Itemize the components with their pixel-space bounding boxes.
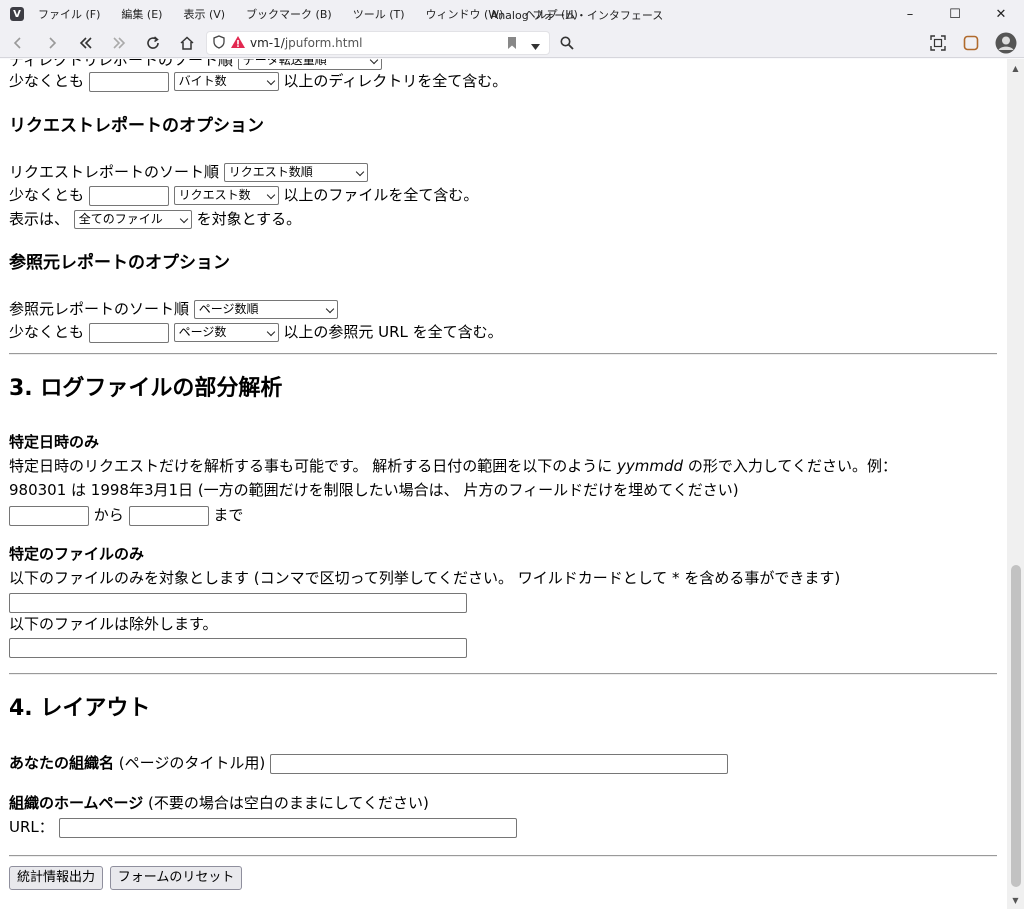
url-host: vm-1/ (250, 36, 285, 50)
navigation-toolbar: vm-1/jpuform.html (0, 28, 1024, 58)
request-sort-row: リクエストレポートのソート順 リクエスト数順 (9, 161, 368, 184)
fast-forward-icon[interactable] (106, 31, 132, 55)
org-url-row: URL： (9, 816, 517, 839)
date-description-line2: 980301 は 1998年3月1日 (一方の範囲だけを制限したい場合は、 片方… (9, 481, 739, 499)
rewind-icon[interactable] (73, 31, 99, 55)
dir-min-unit-select[interactable]: バイト数 (173, 72, 279, 91)
request-min-unit-select[interactable]: リクエスト数 (173, 186, 279, 205)
section-divider (9, 855, 997, 857)
referrer-min-unit-select[interactable]: ページ数 (173, 323, 279, 342)
file-only-heading: 特定のファイルのみ (9, 545, 145, 563)
menu-window[interactable]: ウィンドウ (W) (426, 6, 504, 22)
url-path: jpuform.html (284, 36, 363, 50)
org-name-row: あなたの組織名 (ページのタイトル用) (9, 752, 728, 775)
menu-edit[interactable]: 編集 (E) (121, 6, 162, 22)
file-exclude-input[interactable] (9, 637, 467, 658)
request-show-row: 表示は、 全てのファイル を対象とする。 (9, 208, 301, 231)
screenshot-icon[interactable] (925, 31, 951, 55)
date-to-label: まで (213, 506, 244, 524)
file-include-input[interactable] (9, 592, 467, 613)
dir-min-input[interactable] (88, 71, 169, 92)
request-min-suffix: 以上のファイルを全て含む。 (283, 186, 479, 204)
menu-help[interactable]: ヘルプ (H) (524, 6, 577, 22)
layout-heading: 4. レイアウト (9, 696, 151, 721)
request-min-row: 少なくとも リクエスト数 以上のファイルを全て含む。 (9, 184, 478, 207)
shield-icon[interactable] (213, 34, 225, 52)
forward-icon[interactable] (39, 31, 65, 55)
org-url-label: URL： (9, 818, 54, 836)
dir-min-row: 少なくとも バイト数 以上のディレクトリを全て含む。 (9, 70, 507, 93)
home-icon[interactable] (174, 31, 200, 55)
menu-file[interactable]: ファイル (F) (38, 6, 100, 22)
menu-bar: ファイル (F) 編集 (E) 表示 (V) ブックマーク (B) ツール (T… (38, 6, 599, 22)
insecure-warning-icon[interactable] (230, 35, 246, 52)
dir-sort-select[interactable]: データ転送量順 (237, 59, 382, 70)
request-min-input[interactable] (88, 185, 169, 206)
back-icon[interactable] (5, 31, 31, 55)
request-sort-label: リクエストレポートのソート順 (9, 163, 220, 181)
scroll-up-icon[interactable]: ▲ (1007, 61, 1024, 75)
org-name-label: あなたの組織名 (9, 754, 115, 772)
title-bar: V ファイル (F) 編集 (E) 表示 (V) ブックマーク (B) ツール … (0, 0, 1024, 28)
partial-analysis-heading: 3. ログファイルの部分解析 (9, 376, 283, 401)
menu-bookmarks[interactable]: ブックマーク (B) (246, 6, 332, 22)
referrer-sort-select[interactable]: ページ数順 (193, 300, 338, 319)
referrer-min-suffix: 以上の参照元 URL を全て含む。 (283, 323, 503, 341)
org-home-row: 組織のホームページ (不要の場合は空白のままにしてください) (9, 794, 429, 812)
address-bar[interactable]: vm-1/jpuform.html (206, 31, 550, 55)
file-exclude-description: 以下のファイルは除外します。 (9, 615, 218, 633)
dir-min-suffix: 以上のディレクトリを全て含む。 (283, 72, 508, 90)
referrer-report-heading: 参照元レポートのオプション (9, 253, 230, 273)
request-show-select[interactable]: 全てのファイル (73, 210, 192, 229)
maximize-button[interactable]: ☐ (932, 0, 978, 28)
date-to-input[interactable] (128, 505, 209, 526)
dir-min-prefix: 少なくとも (9, 72, 85, 90)
section-divider (9, 673, 997, 675)
submit-button[interactable]: 統計情報出力 (9, 866, 104, 890)
account-avatar-icon[interactable] (992, 31, 1020, 55)
dir-sort-label: ディレクトリレポートのソート順 (9, 59, 233, 69)
menu-tools[interactable]: ツール (T) (353, 6, 405, 22)
request-min-prefix: 少なくとも (9, 186, 85, 204)
org-url-input[interactable] (58, 817, 517, 838)
form-buttons-row: 統計情報出力 フォームのリセット (9, 865, 243, 890)
close-button[interactable]: ✕ (978, 0, 1024, 28)
scroll-down-icon[interactable]: ▼ (1007, 893, 1024, 907)
chevron-down-icon[interactable] (531, 39, 540, 53)
bookmark-icon[interactable] (507, 36, 517, 53)
referrer-min-prefix: 少なくとも (9, 323, 85, 341)
date-from-label: から (93, 506, 124, 524)
request-sort-select[interactable]: リクエスト数順 (223, 163, 368, 182)
referrer-sort-row: 参照元レポートのソート順 ページ数順 (9, 298, 338, 321)
file-include-description: 以下のファイルのみを対象とします (コンマで区切って列挙してください。 ワイルド… (9, 569, 841, 587)
date-range-row: から まで (9, 504, 243, 527)
referrer-min-row: 少なくとも ページ数 以上の参照元 URL を全て含む。 (9, 321, 503, 344)
referrer-min-input[interactable] (88, 322, 169, 343)
reload-icon[interactable] (140, 31, 166, 55)
extension-icon[interactable] (958, 31, 984, 55)
page-viewport: ディレクトリレポートのソート順 データ転送量順 少なくとも バイト数 以上のディ… (0, 59, 1007, 909)
reset-button[interactable]: フォームのリセット (109, 866, 243, 890)
org-name-input[interactable] (269, 753, 728, 774)
referrer-sort-label: 参照元レポートのソート順 (9, 300, 190, 318)
section-divider (9, 353, 997, 355)
date-description-line1: 特定日時のリクエストだけを解析する事も可能です。 解析する日付の範囲を以下のよう… (9, 457, 897, 475)
vertical-scrollbar[interactable]: ▲ ▼ (1007, 59, 1024, 909)
date-from-input[interactable] (9, 505, 89, 526)
request-show-suffix: を対象とする。 (196, 210, 302, 228)
menu-view[interactable]: 表示 (V) (183, 6, 225, 22)
browser-logo-icon: V (10, 7, 24, 21)
org-home-label: 組織のホームページ (9, 794, 144, 812)
date-only-heading: 特定日時のみ (9, 433, 100, 451)
request-show-prefix: 表示は、 (9, 210, 70, 228)
request-report-heading: リクエストレポートのオプション (9, 116, 264, 136)
minimize-button[interactable]: – (887, 0, 933, 28)
date-format-text: yymmdd (617, 457, 684, 475)
scrollbar-thumb[interactable] (1011, 565, 1021, 887)
search-icon[interactable] (554, 31, 580, 55)
